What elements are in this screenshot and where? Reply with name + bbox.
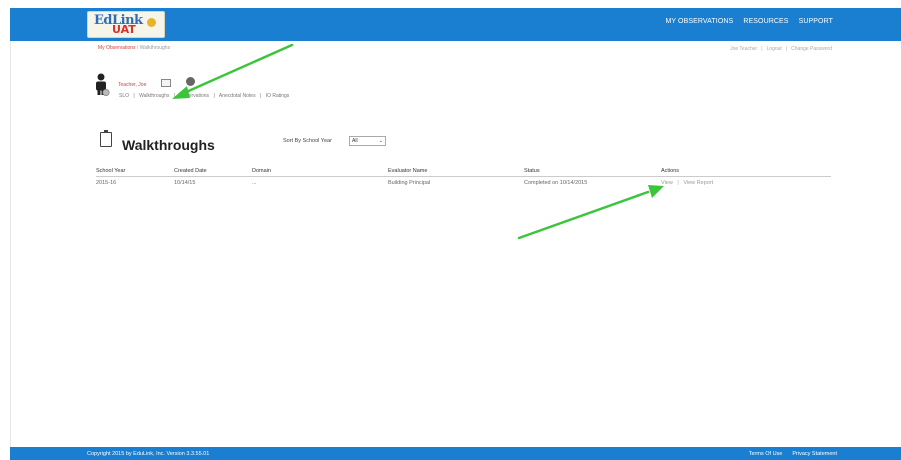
breadcrumb-current: Walkthroughs [139, 45, 171, 51]
cell-evaluator-name: Building Principal [388, 180, 431, 186]
school-year-select[interactable]: All ⌄ [349, 136, 386, 146]
person-icon [96, 73, 110, 96]
school-year-select-value: All [352, 138, 358, 144]
column-header-status: Status [524, 168, 540, 174]
table-header: School Year Created Date Domain Evaluato… [96, 165, 831, 177]
column-header-domain: Domain [252, 168, 271, 174]
user-name-link[interactable]: Joe Teacher [730, 46, 757, 52]
tab-anecdotal-notes[interactable]: Anecdotal Notes [219, 93, 256, 99]
user-links-separator: | [761, 46, 763, 52]
logout-link[interactable]: Logout [767, 46, 782, 52]
breadcrumb: My Observations / Walkthroughs [98, 45, 170, 51]
privacy-statement-link[interactable]: Privacy Statement [792, 451, 837, 457]
logo-dot-icon [147, 18, 156, 27]
tab-separator: | [173, 93, 176, 99]
page-frame [10, 8, 901, 460]
breadcrumb-my-observations[interactable]: My Observations [98, 45, 136, 51]
copyright-text: Copyright 2015 by EduLink, Inc. Version … [87, 451, 210, 457]
nav-support[interactable]: SUPPORT [799, 18, 833, 25]
column-header-school-year: School Year [96, 168, 126, 174]
nav-my-observations[interactable]: MY OBSERVATIONS [665, 18, 733, 25]
app-logo[interactable]: EdLink UAT [87, 11, 165, 38]
page-title: Walkthroughs [122, 137, 215, 153]
column-header-evaluator-name: Evaluator Name [388, 168, 428, 174]
chevron-down-icon: ⌄ [378, 138, 383, 144]
walkthroughs-table: School Year Created Date Domain Evaluato… [96, 165, 831, 191]
cell-created-date: 10/14/15 [174, 180, 196, 186]
tab-observations[interactable]: Observations [180, 93, 209, 99]
view-report-link[interactable]: View Report [683, 180, 713, 186]
tab-walkthroughs[interactable]: Walkthroughs [139, 93, 169, 99]
tab-separator: | [213, 93, 215, 99]
user-links-separator: | [785, 46, 788, 52]
logo-badge: UAT [112, 23, 136, 36]
top-navigation-bar: EdLink UAT MY OBSERVATIONS RESOURCES SUP… [10, 8, 901, 41]
cell-actions: View | View Report [661, 180, 713, 186]
footer-bar: Copyright 2015 by EduLink, Inc. Version … [10, 447, 901, 460]
action-separator: | [677, 180, 679, 186]
cell-school-year: 2015-16 [96, 180, 117, 186]
tab-separator: | [133, 93, 135, 99]
mail-icon[interactable] [161, 79, 171, 87]
nav-resources[interactable]: RESOURCES [743, 18, 788, 25]
cell-status: Completed on 10/14/2015 [524, 180, 588, 186]
column-header-created-date: Created Date [174, 168, 207, 174]
view-link[interactable]: View [661, 180, 673, 186]
breadcrumb-separator: / [136, 45, 139, 51]
teacher-name-link[interactable]: Teacher, Joe [118, 82, 146, 88]
user-links: Joe Teacher | Logout | Change Password [730, 46, 832, 52]
settings-icon[interactable] [186, 77, 195, 86]
profile-tabs: SLO | Walkthroughs | Observations | Anec… [119, 93, 292, 99]
tab-slo[interactable]: SLO [119, 93, 129, 99]
change-password-link[interactable]: Change Password [791, 46, 832, 52]
sort-label: Sort By School Year [283, 138, 332, 144]
tab-io-ratings[interactable]: IO Ratings [266, 93, 290, 99]
column-header-actions: Actions [661, 168, 680, 174]
clipboard-icon [100, 130, 112, 147]
cell-domain: ... [252, 180, 257, 186]
footer-links: Terms Of Use Privacy Statement [749, 451, 837, 457]
table-row: 2015-16 10/14/15 ... Building Principal … [96, 177, 831, 191]
tab-separator: | [259, 93, 262, 99]
terms-of-use-link[interactable]: Terms Of Use [749, 451, 783, 457]
main-nav: MY OBSERVATIONS RESOURCES SUPPORT [665, 18, 833, 25]
